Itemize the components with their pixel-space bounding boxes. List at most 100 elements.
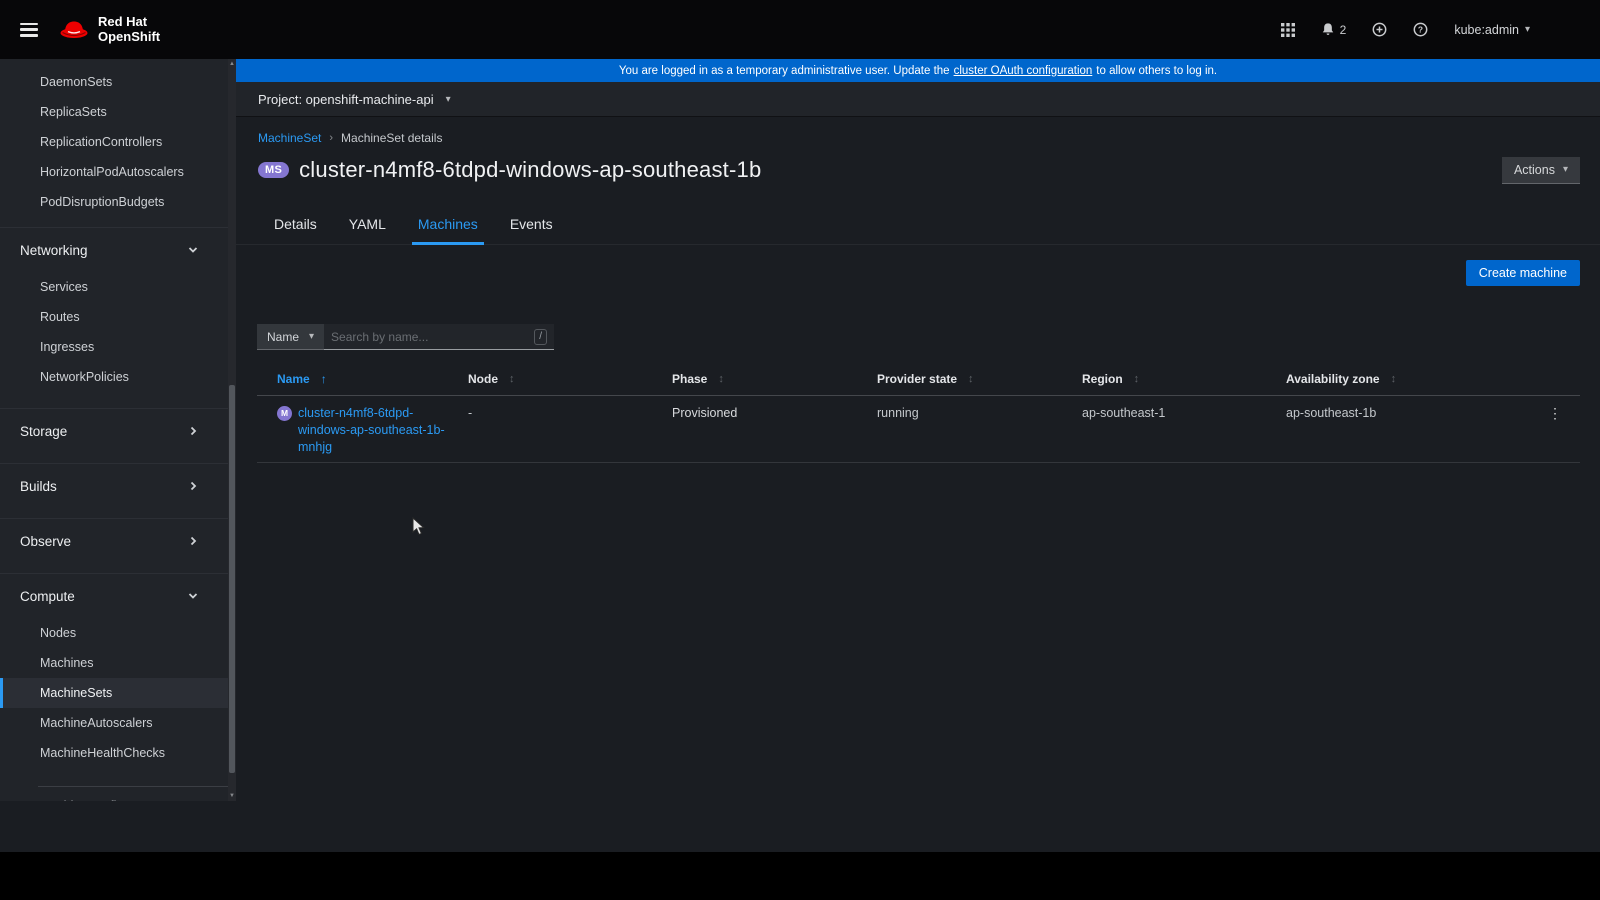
banner-text: You are logged in as a temporary adminis…	[619, 65, 950, 77]
column-header-actions	[1510, 372, 1580, 386]
page-header: MachineSet › MachineSet details MS clust…	[236, 117, 1600, 186]
column-header-name[interactable]: Name ↑	[257, 372, 448, 386]
oauth-config-link[interactable]: cluster OAuth configuration	[954, 65, 1093, 77]
title-row: MS cluster-n4mf8-6tdpd-windows-ap-southe…	[258, 154, 1580, 186]
machineset-badge: MS	[258, 162, 289, 178]
project-label: Project: openshift-machine-api	[258, 92, 434, 107]
table-header-row: Name ↑ Node ↕ Phase ↕ Provider state ↕	[257, 363, 1580, 396]
machine-link[interactable]: cluster-n4mf8-6tdpd-windows-ap-southeast…	[298, 405, 448, 456]
sidebar-divider	[38, 786, 228, 787]
column-header-region[interactable]: Region ↕	[1062, 372, 1266, 386]
sort-icon: ↕	[509, 373, 515, 385]
sidebar-item-horizontalpodautoscalers[interactable]: HorizontalPodAutoscalers	[0, 157, 228, 187]
sidebar-section-networking[interactable]: Networking	[0, 227, 228, 272]
brand-logo[interactable]: Red Hat OpenShift	[58, 15, 160, 45]
sidebar-section-builds[interactable]: Builds	[0, 463, 228, 508]
scrollbar-down-icon[interactable]: ▼	[228, 791, 236, 801]
notifications-button[interactable]: 2	[1321, 22, 1347, 37]
tab-details[interactable]: Details	[258, 207, 333, 244]
scrollbar-thumb[interactable]	[229, 385, 235, 773]
chevron-down-icon	[188, 591, 198, 601]
sort-icon: ↕	[1134, 373, 1140, 385]
machine-badge: M	[277, 406, 292, 421]
help-button[interactable]: ?	[1413, 22, 1428, 37]
sidebar-section-storage[interactable]: Storage	[0, 408, 228, 453]
filter-toolbar: Name ▾ /	[257, 324, 554, 350]
sidebar-item-machinesets[interactable]: MachineSets	[0, 678, 228, 708]
tab-yaml[interactable]: YAML	[333, 207, 402, 244]
sidebar-item-replicationcontrollers[interactable]: ReplicationControllers	[0, 127, 228, 157]
provider-state-cell: running	[857, 405, 1062, 456]
bell-icon	[1321, 22, 1335, 37]
brand-text: Red Hat OpenShift	[98, 15, 160, 45]
chevron-down-icon	[188, 245, 198, 255]
sidebar-nav: DaemonSets ReplicaSets ReplicationContro…	[0, 59, 228, 801]
masthead: Red Hat OpenShift 2	[0, 0, 1600, 59]
tab-bar: Details YAML Machines Events	[236, 207, 1600, 245]
sidebar-item-machineautoscalers[interactable]: MachineAutoscalers	[0, 708, 228, 738]
sidebar-item-ingresses[interactable]: Ingresses	[0, 332, 228, 362]
breadcrumb-separator-icon: ›	[329, 132, 333, 144]
main-area: You are logged in as a temporary adminis…	[236, 59, 1600, 801]
quick-create-button[interactable]	[1372, 22, 1387, 37]
column-header-provider-state[interactable]: Provider state ↕	[857, 372, 1062, 386]
sidebar-group-compute: Nodes Machines MachineSets MachineAutosc…	[0, 618, 228, 801]
sidebar-item-machines[interactable]: Machines	[0, 648, 228, 678]
sort-icon: ↕	[968, 373, 974, 385]
machines-tab-content: Create machine Name ▾ / Name ↑	[236, 245, 1600, 692]
node-cell: -	[448, 405, 652, 456]
scrollbar-up-icon[interactable]: ▲	[228, 59, 236, 69]
sidebar-item-poddisruptionbudgets[interactable]: PodDisruptionBudgets	[0, 187, 228, 217]
actions-button[interactable]: Actions ▾	[1502, 157, 1580, 184]
table-row: M cluster-n4mf8-6tdpd-windows-ap-southea…	[257, 396, 1580, 463]
column-header-phase[interactable]: Phase ↕	[652, 372, 857, 386]
sort-icon: ↕	[718, 373, 724, 385]
project-bar: Project: openshift-machine-api ▾	[236, 82, 1600, 117]
availability-zone-cell: ap-southeast-1b	[1266, 405, 1510, 456]
phase-cell: Provisioned	[652, 405, 857, 456]
sidebar-section-compute[interactable]: Compute	[0, 573, 228, 618]
sidebar-item-nodes[interactable]: Nodes	[0, 618, 228, 648]
row-kebab-menu[interactable]: ⋮	[1510, 405, 1580, 456]
user-menu[interactable]: kube:admin ▾	[1454, 23, 1530, 37]
menu-toggle-button[interactable]	[20, 23, 38, 37]
sort-icon: ↕	[1391, 373, 1397, 385]
breadcrumb-machineset-link[interactable]: MachineSet	[258, 131, 321, 145]
create-machine-button[interactable]: Create machine	[1466, 260, 1580, 286]
page-title: cluster-n4mf8-6tdpd-windows-ap-southeast…	[299, 157, 761, 183]
machine-name-cell: M cluster-n4mf8-6tdpd-windows-ap-southea…	[257, 405, 448, 456]
machines-table: Name ↑ Node ↕ Phase ↕ Provider state ↕	[257, 363, 1580, 463]
login-banner: You are logged in as a temporary adminis…	[236, 59, 1600, 82]
tab-events[interactable]: Events	[494, 207, 569, 244]
sort-ascending-icon: ↑	[321, 372, 327, 386]
sidebar-item-machinehealthchecks[interactable]: MachineHealthChecks	[0, 738, 228, 768]
sidebar-item-networkpolicies[interactable]: NetworkPolicies	[0, 362, 228, 392]
column-header-availability-zone[interactable]: Availability zone ↕	[1266, 372, 1510, 386]
tab-machines[interactable]: Machines	[402, 207, 494, 244]
notification-count: 2	[1340, 23, 1347, 37]
project-selector[interactable]: Project: openshift-machine-api ▾	[258, 92, 451, 107]
search-input[interactable]	[331, 330, 528, 344]
sidebar-item-routes[interactable]: Routes	[0, 302, 228, 332]
app-launcher-button[interactable]	[1281, 23, 1295, 37]
column-header-node[interactable]: Node ↕	[448, 372, 652, 386]
slash-shortcut-badge: /	[534, 329, 547, 345]
breadcrumb-current: MachineSet details	[341, 131, 442, 145]
user-name: kube:admin	[1454, 23, 1519, 37]
screen: Red Hat OpenShift 2	[0, 0, 1600, 900]
sidebar-item-machineconfigs[interactable]: MachineConfigs	[0, 791, 228, 801]
grid-icon	[1281, 23, 1295, 37]
sidebar-item-services[interactable]: Services	[0, 272, 228, 302]
chevron-right-icon	[188, 481, 198, 491]
filter-type-dropdown[interactable]: Name ▾	[257, 324, 324, 350]
sidebar-item-daemonsets[interactable]: DaemonSets	[0, 67, 228, 97]
chevron-down-icon: ▾	[309, 331, 314, 342]
sidebar-section-observe[interactable]: Observe	[0, 518, 228, 563]
chevron-down-icon: ▾	[1563, 164, 1568, 175]
sidebar-item-replicasets[interactable]: ReplicaSets	[0, 97, 228, 127]
chevron-right-icon	[188, 536, 198, 546]
sidebar-scrollbar[interactable]: ▲ ▼	[228, 59, 236, 801]
banner-text: to allow others to log in.	[1096, 65, 1217, 77]
breadcrumb: MachineSet › MachineSet details	[258, 131, 1580, 145]
masthead-toolbar: 2 ? kube:admin ▾	[1281, 22, 1530, 37]
